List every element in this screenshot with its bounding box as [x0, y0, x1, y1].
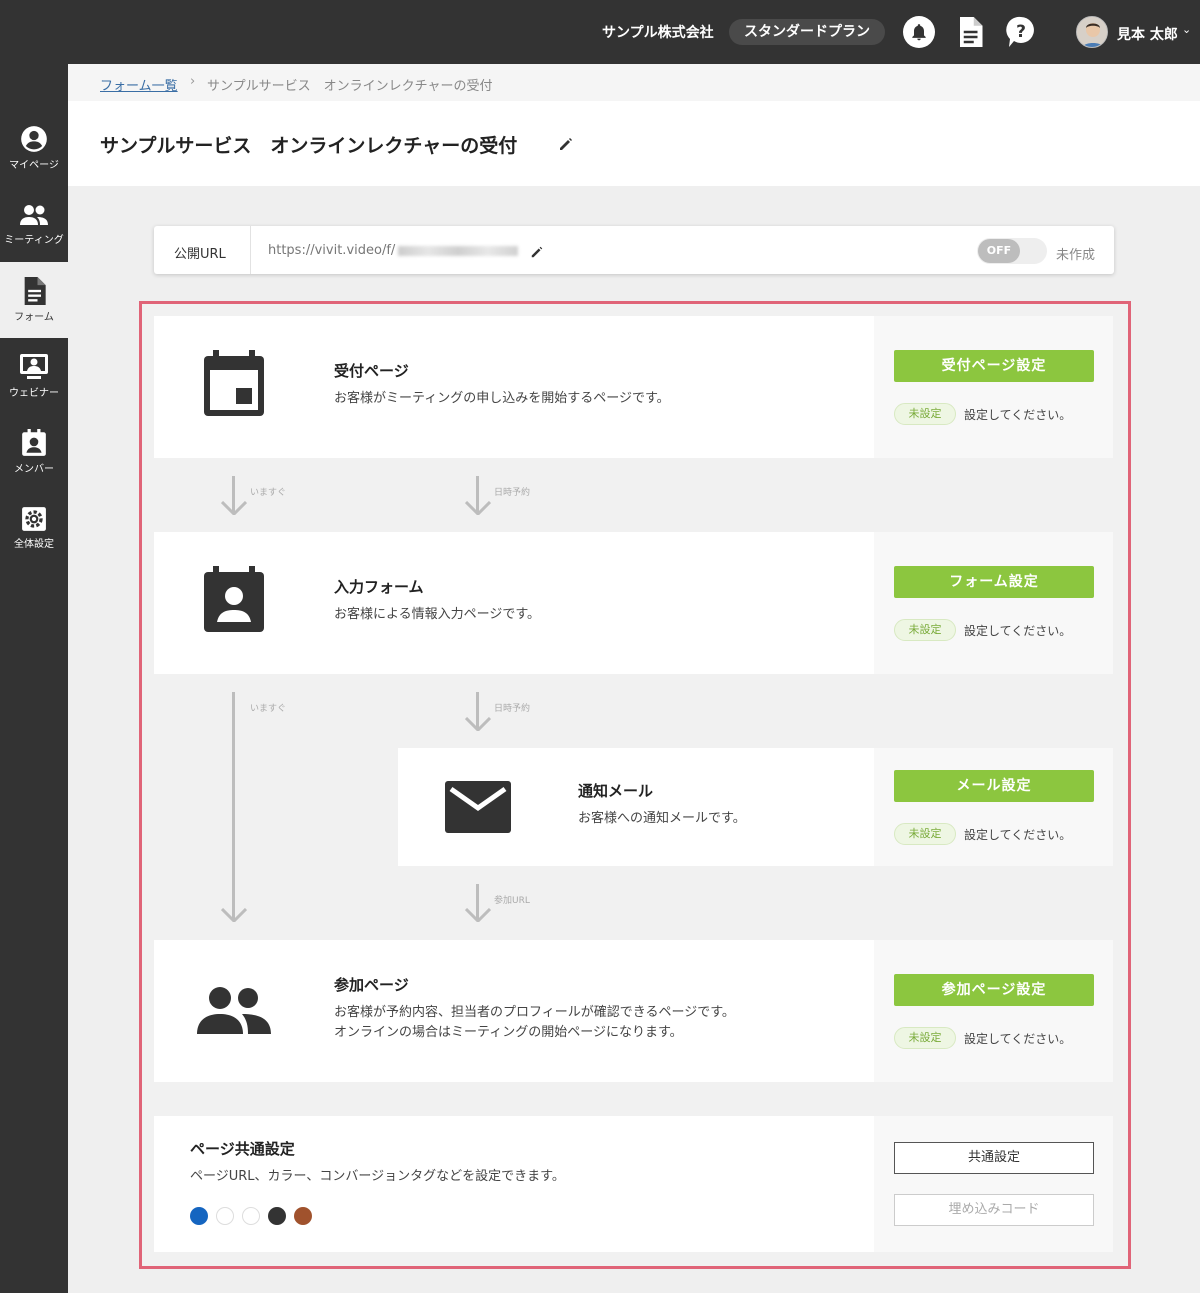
chevron-down-icon[interactable]: ⌄ — [1182, 23, 1191, 36]
arrow-label-now: いますぐ — [250, 704, 287, 714]
avatar[interactable] — [1076, 16, 1108, 48]
user-name[interactable]: 見本 太郎 — [1117, 24, 1178, 44]
arrow-down-icon — [221, 908, 247, 922]
arrow-down-icon — [465, 908, 491, 922]
arrow-label-reserve: 日時予約 — [494, 488, 531, 498]
sidebar-item-label: メンバー — [14, 464, 54, 475]
reception-title: 受付ページ — [334, 362, 409, 380]
help-button[interactable]: ? — [1005, 16, 1037, 48]
mail-settings — [874, 748, 1113, 866]
color-swatch — [242, 1207, 260, 1225]
sidebar-item-label: マイページ — [9, 160, 59, 171]
embed-code-button[interactable]: 埋め込みコード — [894, 1194, 1094, 1226]
people-icon — [196, 986, 272, 1038]
sidebar-item-member[interactable]: メンバー — [0, 414, 68, 490]
common-title: ページ共通設定 — [190, 1140, 295, 1158]
join-desc-2: オンラインの場合はミーティングの開始ページになります。 — [334, 1025, 683, 1040]
status-badge: 未設定 — [894, 1027, 956, 1049]
sidebar-item-mypage[interactable]: マイページ — [0, 110, 68, 186]
url-status: 未作成 — [1056, 248, 1096, 263]
chevron-right-icon: › — [190, 74, 196, 89]
document-button[interactable] — [954, 16, 986, 48]
public-url-label: 公開URL — [174, 247, 226, 262]
status-note: 設定してください。 — [964, 828, 1072, 842]
reception-settings-button[interactable]: 受付ページ設定 — [894, 350, 1094, 382]
arrow-now-2 — [232, 692, 235, 920]
status-badge: 未設定 — [894, 619, 956, 641]
webinar-icon — [20, 354, 48, 379]
common-desc: ページURL、カラー、コンバージョンタグなどを設定できます。 — [190, 1169, 565, 1184]
pencil-icon — [531, 246, 543, 258]
arrow-label-now: いますぐ — [250, 488, 287, 498]
form-desc: お客様による情報入力ページです。 — [334, 607, 541, 622]
join-settings — [874, 940, 1113, 1082]
color-swatch — [216, 1207, 234, 1225]
arrow-label-join-url: 参加URL — [494, 896, 530, 906]
color-swatch — [190, 1207, 208, 1225]
url-blurred-part — [398, 246, 518, 256]
mail-title: 通知メール — [578, 782, 654, 800]
settings-icon — [22, 507, 46, 531]
common-settings — [874, 1116, 1113, 1252]
sidebar: マイページ ミーティング フォーム ウェビナー メンバー 全体設定 — [0, 64, 68, 1293]
divider — [250, 226, 251, 274]
reception-settings — [874, 316, 1113, 458]
breadcrumb-current: サンプルサービス オンラインレクチャーの受付 — [207, 79, 493, 94]
mail-icon — [444, 780, 512, 838]
toggle-knob[interactable]: OFF — [978, 239, 1020, 263]
arrow-down-icon — [221, 501, 247, 515]
reception-desc: お客様がミーティングの申し込みを開始するページです。 — [334, 391, 670, 406]
member-icon — [22, 429, 46, 456]
sidebar-item-label: ウェビナー — [9, 388, 59, 399]
join-title: 参加ページ — [334, 976, 409, 994]
join-desc-1: お客様が予約内容、担当者のプロフィールが確認できるページです。 — [334, 1005, 735, 1020]
help-icon: ? — [1006, 16, 1034, 47]
status-badge: 未設定 — [894, 823, 956, 845]
arrow-down-icon — [465, 717, 491, 731]
people-icon — [20, 205, 48, 225]
document-icon — [960, 17, 983, 47]
sidebar-item-form[interactable]: フォーム — [0, 262, 68, 338]
breadcrumb-link-form-list[interactable]: フォーム一覧 — [100, 75, 178, 94]
account-icon — [21, 126, 47, 152]
bell-icon — [903, 16, 935, 48]
sidebar-item-settings[interactable]: 全体設定 — [0, 490, 68, 566]
pencil-icon — [560, 138, 572, 150]
sidebar-item-label: フォーム — [14, 312, 54, 323]
arrow-down-icon — [465, 501, 491, 515]
sidebar-item-meeting[interactable]: ミーティング — [0, 186, 68, 262]
edit-title-button[interactable] — [558, 136, 574, 152]
common-settings-button[interactable]: 共通設定 — [894, 1142, 1094, 1174]
svg-text:?: ? — [1016, 22, 1026, 42]
status-note: 設定してください。 — [964, 1032, 1072, 1046]
status-badge: 未設定 — [894, 403, 956, 425]
contact-form-icon — [203, 566, 265, 638]
color-swatch — [268, 1207, 286, 1225]
sidebar-item-webinar[interactable]: ウェビナー — [0, 338, 68, 414]
status-note: 設定してください。 — [964, 624, 1072, 638]
edit-url-button[interactable] — [530, 244, 544, 258]
join-settings-button[interactable]: 参加ページ設定 — [894, 974, 1094, 1006]
public-url-value: https://vivit.video/f/ — [268, 243, 396, 258]
notification-button[interactable] — [903, 16, 935, 48]
sidebar-item-label: 全体設定 — [14, 539, 54, 550]
color-swatch — [294, 1207, 312, 1225]
page-title: サンプルサービス オンラインレクチャーの受付 — [100, 135, 518, 157]
form-icon — [24, 277, 46, 305]
status-note: 設定してください。 — [964, 408, 1072, 422]
mail-desc: お客様への通知メールです。 — [578, 811, 746, 826]
form-title: 入力フォーム — [334, 578, 424, 596]
arrow-label-reserve: 日時予約 — [494, 704, 531, 714]
form-settings — [874, 532, 1113, 674]
mail-settings-button[interactable]: メール設定 — [894, 770, 1094, 802]
sidebar-item-label: ミーティング — [4, 235, 64, 246]
plan-badge[interactable]: スタンダードプラン — [729, 19, 885, 45]
form-settings-button[interactable]: フォーム設定 — [894, 566, 1094, 598]
calendar-icon — [203, 350, 265, 422]
company-name: サンプル株式会社 — [602, 25, 714, 41]
